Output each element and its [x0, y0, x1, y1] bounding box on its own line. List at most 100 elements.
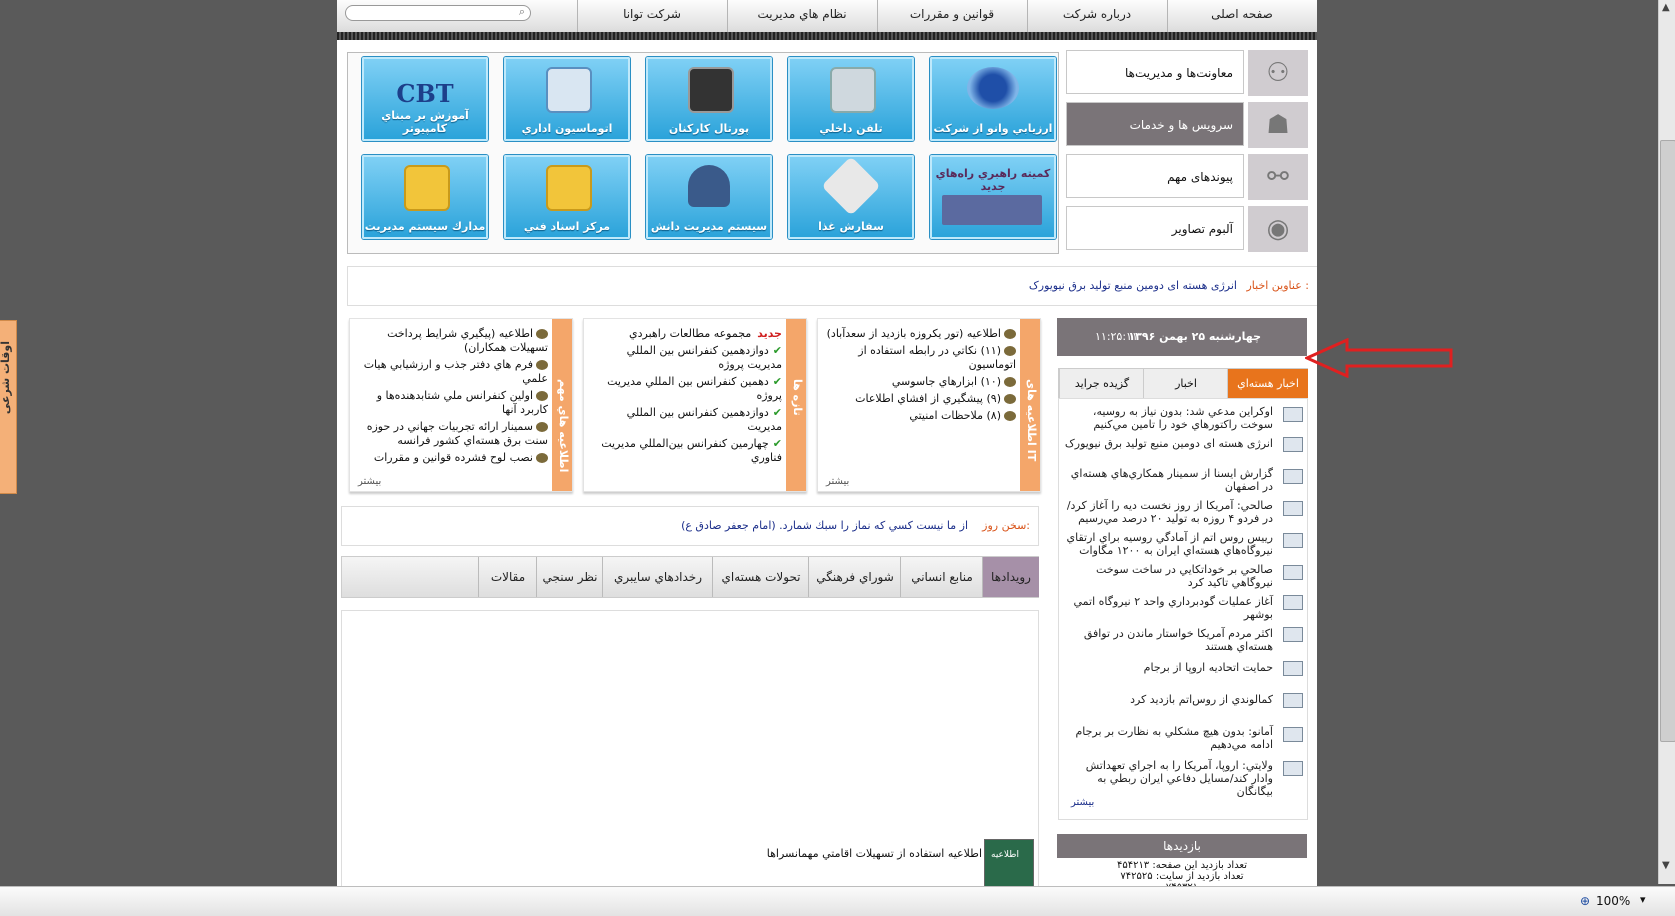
notice-thumbnail[interactable]: اطلاعیه — [984, 839, 1034, 889]
decorative-bar — [337, 32, 1317, 40]
check-icon: ✔ — [772, 437, 782, 450]
list-item[interactable]: ولايتي: اروپا، آمريكا را به اجراي تعهدات… — [1063, 759, 1273, 798]
tab-events[interactable]: رويدادها — [982, 557, 1039, 597]
tile-phone[interactable]: تلفن داخلي — [788, 57, 914, 141]
list-item[interactable]: جديدمجموعه مطالعات راهبردي — [590, 327, 782, 341]
scroll-down-icon[interactable]: ▼ — [1662, 860, 1670, 871]
ticker-label: عناوين اخبار : — [1246, 279, 1309, 292]
news-icon — [1283, 501, 1303, 516]
notice-link[interactable]: اطلاعيه استفاده از تسهيلات اقامتي مهمانس… — [767, 847, 982, 860]
tile-portal[interactable]: پورتال كاركنان — [646, 57, 772, 141]
status-bar: ⊕ 100% ▾ — [0, 886, 1675, 916]
zoom-icon[interactable]: ⊕ — [1580, 894, 1590, 908]
annotation-arrow — [1305, 338, 1453, 378]
list-item[interactable]: اطلاعيه (پيگيري شرايط پرداخت تسهيلات همك… — [356, 327, 548, 355]
sidemenu-departments[interactable]: معاونت‌ها و مدیریت‌ها ⚇ — [1066, 50, 1308, 96]
tile-food-order[interactable]: سفارش غذا — [788, 155, 914, 239]
tile-tech-docs[interactable]: مركز اسناد فني — [504, 155, 630, 239]
sidemenu-links[interactable]: پيوندهای مهم ⚯ — [1066, 154, 1308, 200]
more-link[interactable]: بيشتر — [826, 476, 849, 487]
list-item[interactable]: اولين كنفرانس ملي شتابدهنده‌ها و كاربرد … — [356, 389, 548, 417]
list-item[interactable]: ✔دوازدهمين كنفرانس بين المللي مديريت پرو… — [590, 344, 782, 372]
tab-poll[interactable]: نظر سنجي — [536, 557, 603, 597]
ticker-headline[interactable]: انرژی هسته ای دومین منبع تولید برق نیویو… — [1029, 279, 1237, 292]
sidemenu-gallery[interactable]: آلبوم تصاوير ◉ — [1066, 206, 1308, 252]
date-text: چهارشنبه ۲۵ بهمن ۱۳۹۶ — [1128, 330, 1261, 343]
list-item[interactable]: انرژی هسته ای دومین منبع تولید برق نیویو… — [1063, 437, 1273, 450]
plant-icon — [942, 195, 1042, 225]
list-item[interactable]: رييس روس اتم از آمادگي روسيه براي ارتقاي… — [1063, 531, 1273, 557]
prayer-times-tab[interactable]: اوقات شرعی — [0, 320, 17, 494]
list-item[interactable]: (۱۱) نكاتي در رابطه استفاده از اتوماسيون — [824, 344, 1016, 372]
list-item[interactable]: نصب لوح فشرده قوانين و مقررات — [356, 451, 548, 465]
list-item[interactable]: اكثر مردم آمريكا خواستار ماندن در توافق … — [1063, 627, 1273, 653]
nav-about[interactable]: درباره شرکت — [1027, 0, 1167, 30]
news-icon — [1283, 407, 1303, 422]
tab-articles[interactable]: مقالات — [478, 557, 537, 597]
prayer-times-label: اوقات شرعی — [0, 341, 12, 415]
list-item[interactable]: ✔دهمين كنفرانس بين المللي مديريت پروژه — [590, 375, 782, 403]
list-item[interactable]: (۹) پيشگيري از افشاي اطلاعات — [824, 392, 1016, 406]
news-icon — [1283, 761, 1303, 776]
tile-strategy-committee[interactable]: كميته راهبري راه‌هاي جديد — [930, 155, 1056, 239]
tab-press[interactable]: گزيده جرايد — [1059, 369, 1144, 399]
tile-automation[interactable]: اتوماسيون اداري — [504, 57, 630, 141]
tile-cbt[interactable]: CBT آموزش بر مبناي كامپيوتر — [362, 57, 488, 141]
list-item[interactable]: حمايت اتحاديه اروپا از برجام — [1063, 661, 1273, 674]
zoom-level[interactable]: 100% — [1596, 894, 1630, 908]
list-item[interactable]: صالحي بر خوداتكايي در ساخت سوخت نيروگاهي… — [1063, 563, 1273, 589]
list-item[interactable]: آمانو: بدون هيچ مشكلي به نظارت بر برجام … — [1063, 725, 1273, 751]
list-item[interactable]: كمالوندي از روس‌اتم بازديد كرد — [1063, 693, 1273, 706]
box-it-notices: اطلاعیه های IT اطلاعيه (تور يكروزه بازدي… — [817, 318, 1041, 492]
search-input[interactable]: ⌕ — [345, 5, 531, 21]
page: ⌕ شركت توانا نظام هاي مديريت قوانین و مق… — [337, 0, 1317, 890]
phone-icon — [830, 67, 876, 113]
list-item[interactable]: (۸) ملاحظات امنيتي — [824, 409, 1016, 423]
list-item[interactable]: فرم هاي دفتر جذب و ارزشيابي هيات علمي — [356, 358, 548, 386]
nav-management-systems[interactable]: نظام هاي مديريت — [727, 0, 877, 30]
tab-nuclear[interactable]: تحولات هسته‌اي — [712, 557, 809, 597]
tab-culture[interactable]: شوراي فرهنگي — [808, 557, 901, 597]
list-item[interactable]: ✔چهارمين كنفرانس بين‌المللي مديريت فناور… — [590, 437, 782, 465]
globe-icon — [967, 67, 1019, 109]
sidemenu-services[interactable]: سرويس ها و خدمات ☗ — [1066, 102, 1308, 148]
cutlery-icon — [821, 156, 881, 216]
nav-tavana[interactable]: شركت توانا — [577, 0, 727, 30]
box-new-items: تازه ها جديدمجموعه مطالعات راهبردي ✔دواز… — [583, 318, 807, 492]
list-item[interactable]: اطلاعيه (تور يكروزه بازديد از سعدآباد) — [824, 327, 1016, 341]
nav-laws[interactable]: قوانین و مقررات — [877, 0, 1027, 30]
news-icon — [1283, 727, 1303, 742]
scroll-up-icon[interactable]: ▲ — [1662, 2, 1670, 13]
news-icon — [1283, 693, 1303, 708]
tab-nuclear-news[interactable]: اخبار هسته‌اي — [1227, 369, 1308, 399]
list-item[interactable]: آغاز عمليات گودبرداري واحد ۲ نيروگاه اتم… — [1063, 595, 1273, 621]
tab-news[interactable]: اخبار — [1143, 369, 1228, 399]
chevron-down-icon[interactable]: ▾ — [1640, 893, 1646, 906]
list-item[interactable]: سمينار ارائه تجربيات جهاني در حوزه سنت ب… — [356, 420, 548, 448]
check-icon: ✔ — [772, 406, 782, 419]
nav-home[interactable]: صفحه اصلی — [1167, 0, 1317, 30]
share-icon: ⚯ — [1248, 154, 1308, 200]
tab-cyber[interactable]: رخدادهاي سايبري — [602, 557, 713, 597]
news-icon — [1283, 533, 1303, 548]
list-item[interactable]: (۱۰) ابزارهاي جاسوسي — [824, 375, 1016, 389]
more-link[interactable]: بيشتر — [1071, 797, 1094, 808]
news-icon — [1283, 595, 1303, 610]
tab-hr[interactable]: منابع انساني — [900, 557, 983, 597]
quick-links-panel: ارزيابي وانو از شركت تلفن داخلي پورتال ك… — [347, 52, 1059, 254]
tile-wano[interactable]: ارزيابي وانو از شركت — [930, 57, 1056, 141]
more-link[interactable]: بيشتر — [358, 476, 381, 487]
folder-icon — [404, 165, 450, 211]
news-tabs: اخبار هسته‌اي اخبار گزيده جرايد — [1058, 368, 1308, 400]
visits-box: بازديدها تعداد بازدید این صفحه: ۴۵۴۲۱۳ ت… — [1057, 834, 1307, 890]
search-icon[interactable]: ⌕ — [519, 5, 525, 19]
list-item[interactable]: صالحي: آمريكا از روز نخست ديه را آغاز كر… — [1063, 499, 1273, 525]
scrollbar-thumb[interactable] — [1660, 140, 1675, 742]
list-item[interactable]: اوكراين مدعي شد: بدون نياز به روسيه، سوخ… — [1063, 405, 1273, 431]
list-item[interactable]: ✔دوازدهمين كنفرانس بين المللي مديريت — [590, 406, 782, 434]
tile-knowledge[interactable]: سيستم مديريت دانش — [646, 155, 772, 239]
new-badge: جديد — [757, 327, 782, 340]
list-item[interactable]: گزارش ايسنا از سمينار همكاري‌هاي هسته‌اي… — [1063, 467, 1273, 493]
tile-mgmt-docs[interactable]: مدارك سيستم مديريت — [362, 155, 488, 239]
check-icon: ✔ — [772, 375, 782, 388]
